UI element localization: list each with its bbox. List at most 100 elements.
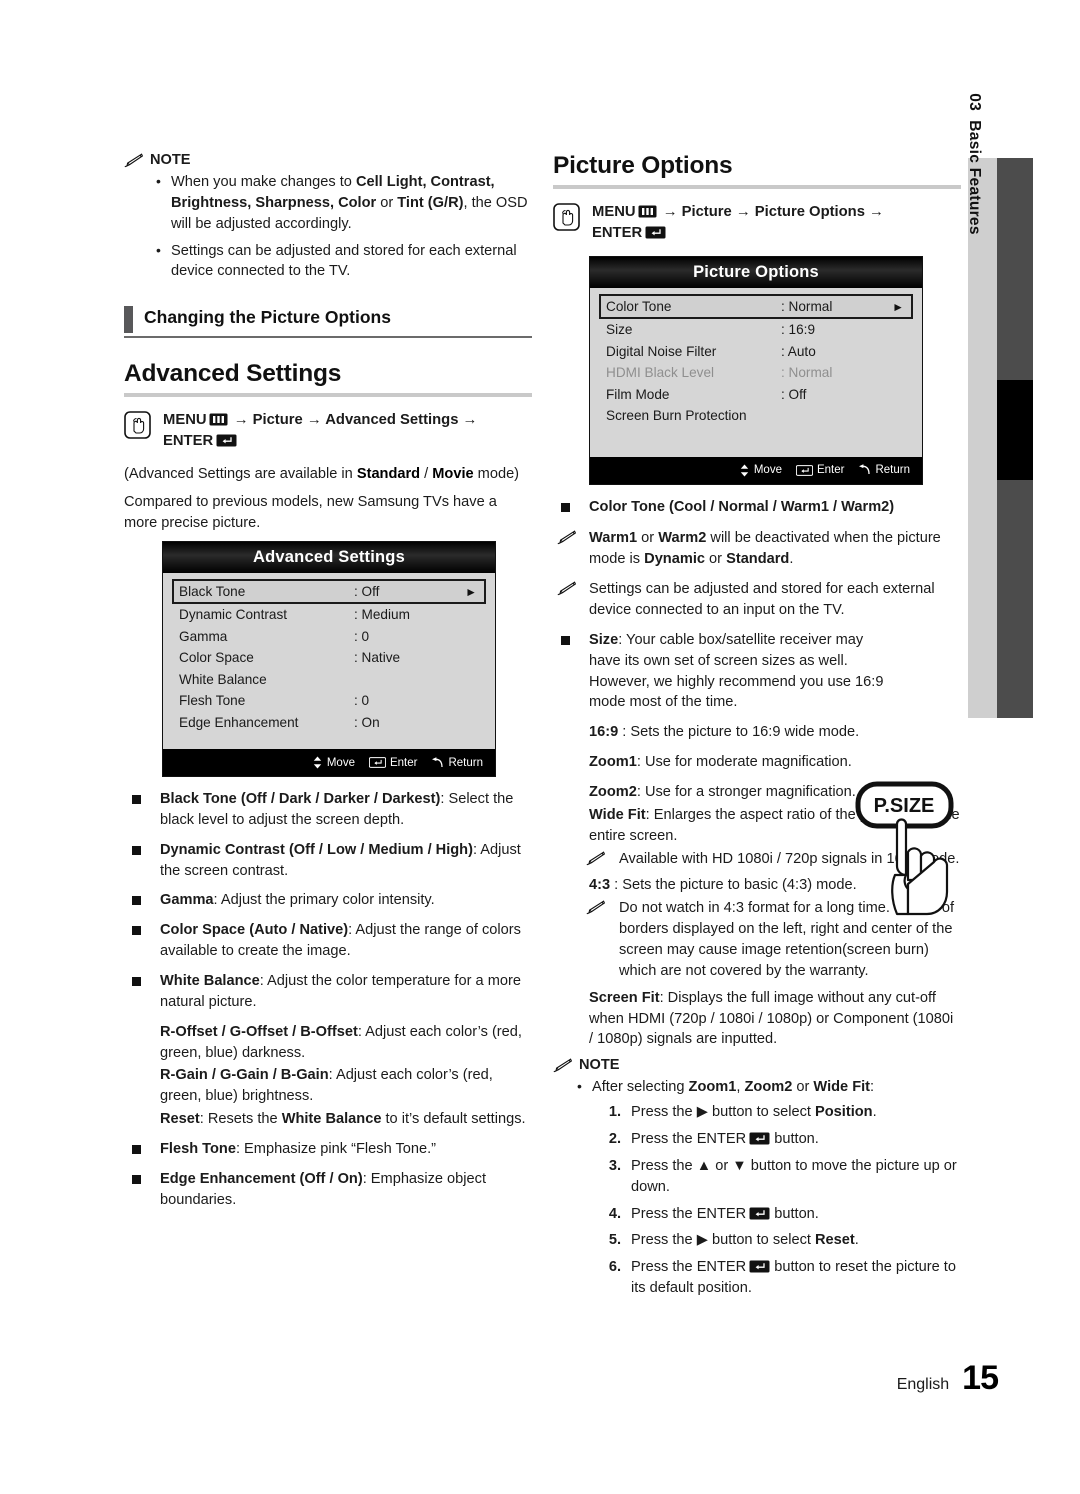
footer-page-number: 15 bbox=[962, 1359, 999, 1397]
note-text: Settings can be adjusted and stored for … bbox=[589, 581, 935, 618]
osd-row-label: Digital Noise Filter bbox=[606, 343, 717, 359]
osd-row[interactable]: Black Tone: Off ► bbox=[172, 579, 486, 604]
note-list-left: When you make changes to Cell Light, Con… bbox=[124, 171, 532, 283]
osd-row-value: : On bbox=[354, 714, 380, 730]
note-43-warning: Do not watch in 4:3 format for a long ti… bbox=[553, 898, 961, 981]
osd-title: Advanced Settings bbox=[163, 542, 495, 573]
osd-key-enter: Enter bbox=[368, 756, 418, 769]
section-title-rule bbox=[553, 185, 961, 189]
osd-row[interactable]: Film Mode: Off bbox=[599, 384, 913, 406]
chapter-side-tab: 03 Basic Features bbox=[966, 93, 997, 718]
menu-icon bbox=[638, 205, 657, 218]
osd-row[interactable]: Digital Noise Filter: Auto bbox=[599, 341, 913, 363]
osd-row[interactable]: White Balance bbox=[172, 669, 486, 691]
note-item: After selecting Zoom1, Zoom2 or Wide Fit… bbox=[577, 1076, 961, 1098]
menu-path-picture-options: MENU → Picture → Picture Options → ENTER bbox=[553, 202, 961, 244]
intro-paragraph: (Advanced Settings are available in Stan… bbox=[124, 466, 520, 483]
note-item: Settings can be adjusted and stored for … bbox=[156, 240, 532, 283]
osd-row[interactable]: Gamma : 0 bbox=[172, 626, 486, 648]
note-text: Do not watch in 4:3 format for a long ti… bbox=[619, 900, 955, 979]
osd-row-label: Screen Burn Protection bbox=[606, 408, 747, 424]
move-updown-icon bbox=[740, 464, 749, 476]
note-settings-stored: Settings can be adjusted and stored for … bbox=[553, 579, 961, 621]
step-item: Press the ENTER button. bbox=[599, 1129, 819, 1150]
note-heading-right: NOTE bbox=[553, 1057, 961, 1073]
osd-row-label: Dynamic Contrast bbox=[179, 607, 288, 623]
bullet-edge-enhancement: Edge Enhancement (Off / On): Emphasize o… bbox=[124, 1169, 532, 1211]
note-heading-left: NOTE bbox=[124, 152, 532, 168]
enter-icon bbox=[795, 464, 813, 476]
chapter-title: Basic Features bbox=[965, 120, 983, 235]
step-item: Press the ▶ button to select Reset. bbox=[599, 1230, 859, 1251]
intro-paragraph: Compared to previous models, new Samsung… bbox=[124, 494, 497, 532]
subitem-reset: Reset: Resets the White Balance to it’s … bbox=[160, 1111, 526, 1128]
osd-row[interactable]: Screen Burn Protection bbox=[599, 405, 913, 427]
osd-footer-left: Move Enter Return bbox=[163, 749, 495, 776]
subheading-accent-bar bbox=[124, 306, 133, 333]
subheading-label: Changing the Picture Options bbox=[144, 307, 391, 328]
osd-row[interactable]: Size: 16:9 bbox=[599, 319, 913, 341]
osd-row[interactable]: Flesh Tone : 0 bbox=[172, 690, 486, 712]
bullet-flesh-tone: Flesh Tone: Emphasize pink “Flesh Tone.” bbox=[124, 1139, 532, 1160]
size-mode-screen-fit: Screen Fit: Displays the full image with… bbox=[589, 989, 954, 1048]
osd-row[interactable]: Dynamic Contrast : Medium bbox=[172, 604, 486, 626]
bullet-black-tone: Black Tone (Off / Dark / Darker / Darkes… bbox=[124, 789, 532, 831]
osd-row-label: Flesh Tone bbox=[179, 693, 246, 709]
enter-icon bbox=[749, 1207, 770, 1220]
pencil-icon bbox=[553, 1058, 572, 1073]
osd-row[interactable]: Color Tone: Normal ► bbox=[599, 294, 913, 319]
subitem-offsets: R-Offset / G-Offset / B-Offset: Adjust e… bbox=[160, 1023, 522, 1061]
size-mode-43: 4:3 : Sets the picture to basic (4:3) mo… bbox=[589, 877, 857, 894]
zoom-position-steps: Press the ▶ button to select Position. Pr… bbox=[553, 1102, 961, 1299]
note-list-right: After selecting Zoom1, Zoom2 or Wide Fit… bbox=[553, 1076, 961, 1098]
osd-row[interactable]: Color Space: Native bbox=[172, 647, 486, 669]
osd-row-value: : Off bbox=[781, 386, 807, 402]
menu-word: MENU bbox=[163, 412, 207, 429]
osd-row-value: : 0 bbox=[354, 693, 370, 709]
osd-key-label: Return bbox=[875, 464, 910, 476]
section-title-advanced-settings: Advanced Settings bbox=[124, 360, 342, 388]
bullet-white-balance: White Balance: Adjust the color temperat… bbox=[124, 971, 532, 1013]
pencil-icon bbox=[557, 530, 576, 545]
bullet-gamma: Gamma: Adjust the primary color intensit… bbox=[124, 890, 532, 911]
enter-icon bbox=[216, 434, 237, 447]
osd-key-label: Enter bbox=[816, 464, 845, 476]
subitem-gains: R-Gain / G-Gain / B-Gain: Adjust each co… bbox=[160, 1067, 493, 1105]
osd-row-label: Black Tone bbox=[179, 584, 246, 599]
advanced-settings-bullets: Black Tone (Off / Dark / Darker / Darkes… bbox=[124, 789, 532, 1211]
section-title-picture-options: Picture Options bbox=[553, 152, 733, 179]
osd-row-value: : Native bbox=[354, 650, 401, 666]
bullet-color-space: Color Space (Auto / Native): Adjust the … bbox=[124, 920, 532, 962]
left-column: NOTE When you make changes to Cell Light… bbox=[124, 152, 532, 1220]
osd-row[interactable]: Edge Enhancement : On bbox=[172, 712, 486, 734]
right-column: Picture Options MENU → Picture → Picture… bbox=[553, 152, 961, 1305]
osd-row-label: Edge Enhancement bbox=[179, 714, 299, 730]
note-label-left: NOTE bbox=[150, 152, 191, 168]
size-mode-169: 16:9 : Sets the picture to 16:9 wide mod… bbox=[589, 724, 860, 741]
osd-key-return: Return bbox=[431, 757, 483, 769]
osd-key-enter: Enter bbox=[795, 464, 845, 476]
osd-footer-right: Move Enter Return bbox=[590, 456, 922, 484]
osd-row[interactable]: HDMI Black Level: Normal bbox=[599, 362, 913, 384]
enter-icon bbox=[749, 1132, 770, 1145]
chapter-side-tab-label: 03 Basic Features bbox=[965, 93, 983, 235]
osd-key-label: Enter bbox=[389, 756, 418, 769]
osd-row-label: Color Tone bbox=[606, 299, 672, 314]
osd-row-label: Gamma bbox=[179, 628, 228, 644]
chevron-right-icon: ► bbox=[892, 299, 904, 314]
menu-path-advanced-settings: MENU → Picture → Advanced Settings → ENTE… bbox=[124, 410, 532, 452]
osd-row-label: HDMI Black Level bbox=[606, 365, 715, 381]
bullet-color-tone: Color Tone (Cool / Normal / Warm1 / Warm… bbox=[553, 497, 961, 518]
step-item: Press the ENTER button to reset the pict… bbox=[599, 1257, 956, 1297]
osd-row-value: : Medium bbox=[354, 607, 410, 623]
menu-path-text-left: MENU → Picture → Advanced Settings → ENTE… bbox=[163, 410, 477, 452]
osd-key-return: Return bbox=[858, 464, 910, 476]
hand-press-icon bbox=[553, 203, 580, 231]
osd-row-value: : Off bbox=[354, 584, 380, 599]
osd-row-value: : 0 bbox=[354, 628, 370, 644]
enter-icon bbox=[645, 226, 666, 239]
osd-row-value: : 16:9 bbox=[781, 322, 816, 338]
osd-key-move: Move bbox=[739, 464, 782, 477]
osd-key-label: Move bbox=[753, 464, 782, 476]
chapter-number: 03 bbox=[965, 93, 983, 112]
